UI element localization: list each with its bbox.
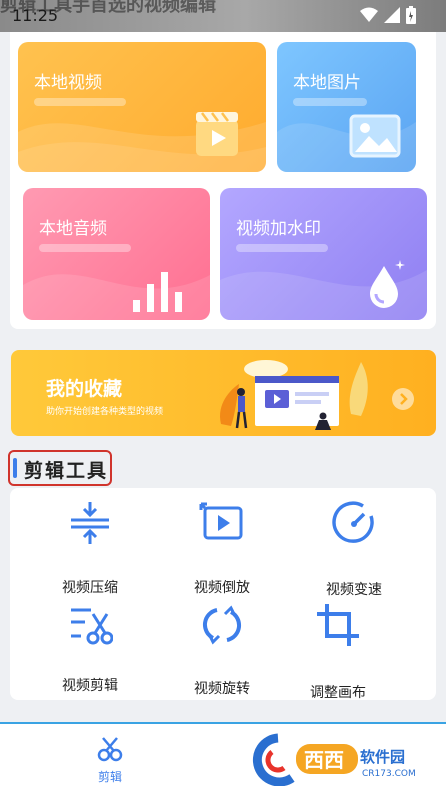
site-watermark-logo: 西西 软件园 CR173.COM <box>248 730 428 787</box>
tool-video-cut[interactable]: 视频剪辑 <box>40 602 140 702</box>
section-title-label: 剪辑工具 <box>24 460 109 482</box>
rotate-icon <box>202 605 242 645</box>
speed-gauge-icon <box>332 501 374 543</box>
scissors-icon <box>71 608 114 645</box>
tool-label: 视频倒放 <box>194 580 250 596</box>
favorites-illustration <box>220 360 368 430</box>
signal-icon <box>384 7 400 23</box>
scissors-icon <box>97 737 123 762</box>
status-time: 11:25 <box>12 6 59 25</box>
image-icon <box>349 114 401 158</box>
card-video-watermark[interactable]: 视频加水印 <box>220 188 427 320</box>
tool-label: 视频剪辑 <box>62 678 118 694</box>
favorites-title: 我的收藏 <box>46 378 123 400</box>
card-title-underline <box>34 98 126 106</box>
tool-label: 视频旋转 <box>194 681 250 697</box>
tools-panel: 视频压缩 视频倒放 视频变速 视频剪辑 视频旋转 调整画布 <box>10 488 436 702</box>
favorites-subtitle: 助你开始创建各种类型的视频 <box>46 407 164 417</box>
audio-bars-icon <box>133 272 182 312</box>
tool-video-speed[interactable]: 视频变速 <box>304 500 404 600</box>
chevron-right-icon[interactable] <box>392 388 414 410</box>
watermark-brand-sub: 软件园 <box>360 748 405 766</box>
tool-label: 视频变速 <box>326 582 382 598</box>
tool-adjust-canvas[interactable]: 调整画布 <box>288 602 388 702</box>
video-file-icon <box>196 112 238 156</box>
crop-icon <box>317 604 359 646</box>
watermark-domain: CR173.COM <box>362 769 416 779</box>
tool-label: 视频压缩 <box>62 580 118 596</box>
card-local-video[interactable]: 本地视频 <box>18 42 266 172</box>
reverse-play-icon <box>199 502 243 540</box>
battery-icon <box>406 6 416 24</box>
card-title: 视频加水印 <box>236 219 321 239</box>
tool-video-reverse[interactable]: 视频倒放 <box>172 500 272 600</box>
tool-video-compress[interactable]: 视频压缩 <box>40 500 140 600</box>
watermark-brand: 西西 <box>304 748 344 772</box>
status-bar: 剪辑工具手首选的视频编辑 11:25 <box>0 0 446 32</box>
card-local-audio[interactable]: 本地音频 <box>23 188 210 320</box>
nav-item-edit[interactable]: 剪辑 <box>80 736 140 785</box>
tool-video-rotate[interactable]: 视频旋转 <box>172 602 272 702</box>
compress-icon <box>71 502 109 544</box>
card-title: 本地图片 <box>293 73 361 93</box>
wifi-icon <box>360 7 378 22</box>
favorites-banner[interactable]: 我的收藏 助你开始创建各种类型的视频 <box>11 350 436 436</box>
card-title-underline <box>293 98 367 106</box>
nav-item-label: 剪辑 <box>97 770 122 784</box>
card-title-underline <box>39 244 131 252</box>
card-title: 本地视频 <box>34 73 102 93</box>
water-drop-icon <box>370 260 405 308</box>
card-title-underline <box>236 244 328 252</box>
section-title-edit-tools: 剪辑工具 <box>8 450 112 486</box>
status-icons <box>360 6 416 24</box>
card-title: 本地音频 <box>39 219 107 239</box>
tool-label: 调整画布 <box>310 685 366 701</box>
section-accent-bar <box>13 458 17 478</box>
card-local-image[interactable]: 本地图片 <box>277 42 416 172</box>
